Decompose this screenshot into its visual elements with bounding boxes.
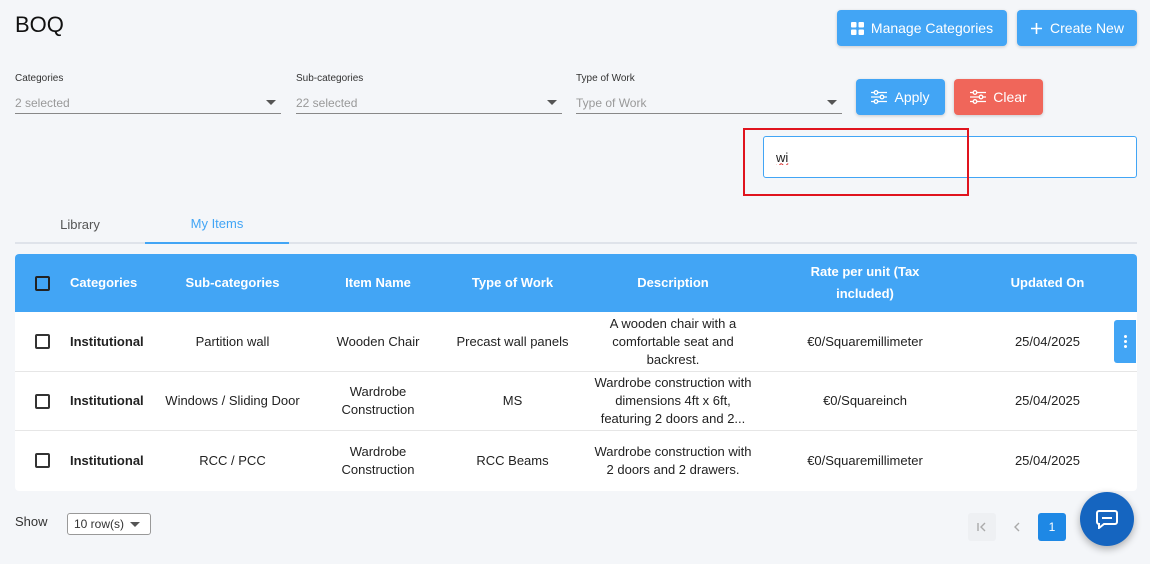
description-text: Wardrobe construction with 2 doors and 2… [594,443,752,477]
rows-per-page-select[interactable]: 10 row(s) [67,513,151,535]
cell-category: Institutional [70,393,144,408]
type-of-work-filter-label: Type of Work [576,73,635,84]
sliders-icon [970,90,987,104]
previous-page-button[interactable] [1003,513,1031,541]
chevron-down-icon [130,522,140,527]
row-checkbox-cell [27,431,57,490]
subcategories-select[interactable]: 22 selected [296,92,562,114]
items-table: Categories Sub-categories Item Name Type… [15,254,1137,491]
apply-button[interactable]: Apply [856,79,945,115]
cell-rate: €0/Squaremillimeter [807,333,923,349]
chevron-down-icon [827,100,837,105]
type-of-work-select[interactable]: Type of Work [576,92,842,114]
cell-updated-on: 25/04/2025 [1014,393,1081,408]
row-checkbox-cell [27,312,57,371]
cell-type-of-work: MS [502,393,523,408]
chevron-left-icon [1014,522,1020,532]
chat-icon [1096,510,1118,529]
description-text: A wooden chair with a comfortable seat a… [609,315,737,367]
cell-rate: €0/Squareinch [823,393,907,408]
cell-updated-on: 25/04/2025 [1014,452,1081,468]
chevron-down-icon [547,100,557,105]
table-row[interactable]: Institutional Partition wall Wooden Chai… [15,312,1137,372]
header-type-of-work[interactable]: Type of Work [455,254,570,312]
categories-select-value: 2 selected [15,95,70,110]
subcategories-filter-label: Sub-categories [296,73,364,84]
clear-button[interactable]: Clear [954,79,1043,115]
first-page-icon [977,522,986,532]
header-item-name[interactable]: Item Name [313,254,443,312]
chat-button[interactable] [1080,492,1134,546]
header-updated-on[interactable]: Updated On [980,254,1115,312]
sliders-icon [871,90,888,104]
categories-filter[interactable]: Categories 2 selected [15,73,281,114]
row-checkbox[interactable] [34,393,50,409]
rows-per-page-value: 10 row(s) [74,517,125,531]
cell-updated-on: 25/04/2025 [1014,333,1081,349]
subcategories-filter[interactable]: Sub-categories 22 selected [296,73,562,114]
select-all-cell [27,254,57,312]
subcategories-select-value: 22 selected [296,95,358,110]
cell-subcategory: RCC / PCC [199,452,266,468]
plus-icon [1031,22,1043,34]
search-box[interactable] [763,136,1137,178]
cell-item-name: Wardrobe Construction [341,384,415,417]
tab-library[interactable]: Library [15,204,145,244]
cell-description: Wardrobe construction with 2 doors and 2… [573,431,773,490]
manage-categories-button[interactable]: Manage Categories [837,10,1007,46]
select-all-checkbox[interactable] [34,275,50,291]
grid-icon [850,21,864,35]
cell-rate: €0/Squaremillimeter [807,452,923,468]
create-new-label: Create New [1050,20,1124,36]
cell-item-name: Wooden Chair [336,333,420,349]
tab-bar: Library My Items [15,204,1137,244]
chevron-down-icon [266,100,276,105]
tab-my-items[interactable]: My Items [145,204,289,244]
header-subcategories[interactable]: Sub-categories [165,254,300,312]
categories-select[interactable]: 2 selected [15,92,281,114]
search-input[interactable] [764,137,1136,177]
cell-type-of-work: RCC Beams [476,452,549,468]
first-page-button[interactable] [968,513,996,541]
page-title: BOQ [15,12,64,37]
type-of-work-select-value: Type of Work [576,95,647,110]
cell-description: A wooden chair with a comfortable seat a… [573,312,773,371]
table-row[interactable]: Institutional RCC / PCC Wardrobe Constru… [15,431,1137,491]
header-description[interactable]: Description [573,254,773,312]
apply-label: Apply [894,89,930,105]
page-number-button[interactable]: 1 [1038,513,1066,541]
manage-categories-label: Manage Categories [870,20,994,36]
show-label: Show [15,514,48,529]
table-header: Categories Sub-categories Item Name Type… [15,254,1137,312]
clear-label: Clear [993,89,1027,105]
cell-category: Institutional [70,452,144,468]
row-actions-kebab-icon[interactable] [1114,320,1136,363]
cell-category: Institutional [70,333,144,349]
cell-description: Wardrobe construction with dimensions 4f… [573,372,773,431]
categories-filter-label: Categories [15,73,64,84]
table-row[interactable]: Institutional Windows / Sliding Door War… [15,372,1137,431]
row-checkbox-cell [27,372,57,431]
row-checkbox[interactable] [34,453,50,468]
description-text: Wardrobe construction with dimensions 4f… [594,375,752,426]
create-new-button[interactable]: Create New [1017,10,1137,46]
cell-subcategory: Windows / Sliding Door [165,393,300,408]
row-checkbox[interactable] [34,334,50,349]
cell-subcategory: Partition wall [195,333,270,349]
type-of-work-filter[interactable]: Type of Work Type of Work [576,73,842,114]
header-rate[interactable]: Rate per unit (Tax included) [785,254,945,312]
header-categories[interactable]: Categories [70,254,160,312]
cell-type-of-work: Precast wall panels [456,333,569,349]
cell-item-name: Wardrobe Construction [341,443,415,477]
